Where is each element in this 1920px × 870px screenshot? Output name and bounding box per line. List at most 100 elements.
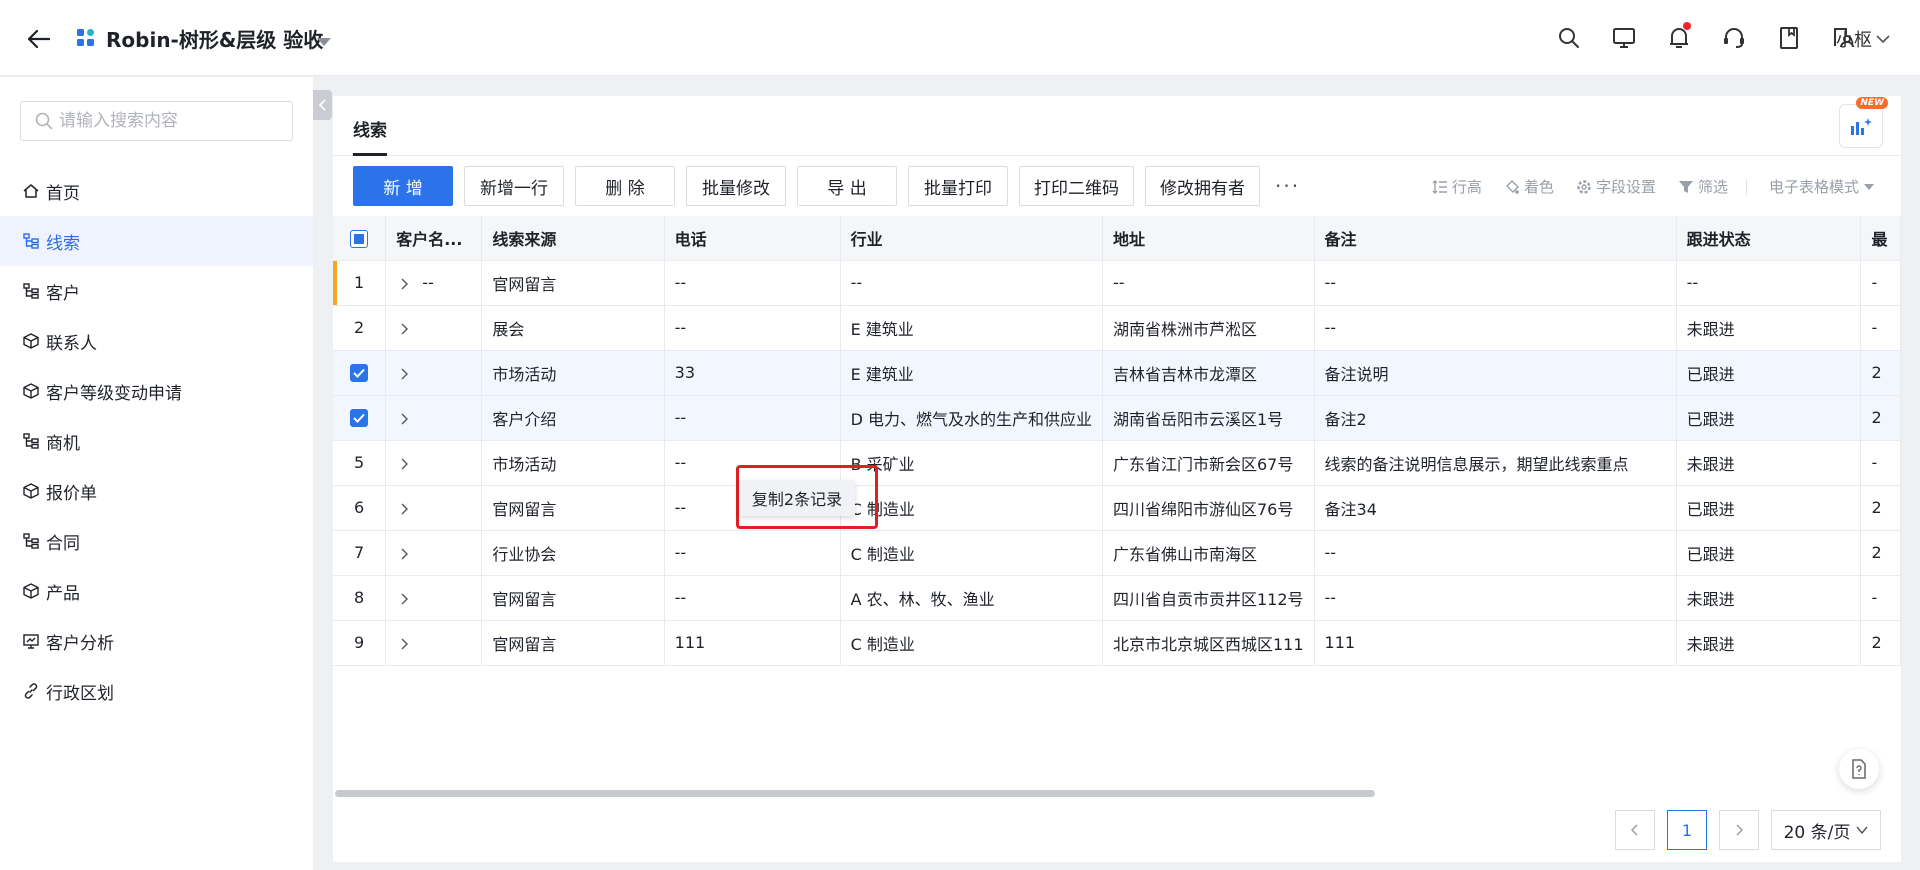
table-cell-last[interactable]: - bbox=[1860, 440, 1901, 486]
table-cell-last[interactable]: 2 bbox=[1860, 395, 1901, 441]
book-icon[interactable] bbox=[1773, 22, 1805, 54]
expand-row-icon[interactable] bbox=[396, 366, 412, 382]
table-cell-status[interactable]: 已跟进 bbox=[1676, 530, 1862, 576]
table-cell-address[interactable]: -- bbox=[1102, 260, 1315, 306]
row-index-cell[interactable] bbox=[333, 350, 387, 396]
table-cell-industry[interactable]: C 制造业 bbox=[840, 485, 1103, 531]
expand-row-icon[interactable] bbox=[396, 501, 412, 517]
column-header[interactable]: 地址 bbox=[1102, 216, 1315, 261]
help-document-button[interactable] bbox=[1839, 749, 1879, 789]
batch-print-button[interactable]: 批量打印 bbox=[908, 166, 1008, 206]
filter-option[interactable]: 筛选 bbox=[1678, 176, 1728, 197]
sidebar-item[interactable]: 联系人 bbox=[0, 316, 313, 366]
sidebar-item[interactable]: 报价单 bbox=[0, 466, 313, 516]
search-icon[interactable] bbox=[1553, 22, 1585, 54]
sidebar-item[interactable]: 客户等级变动申请 bbox=[0, 366, 313, 416]
expand-row-icon[interactable] bbox=[396, 591, 412, 607]
bell-icon[interactable] bbox=[1663, 22, 1695, 54]
column-header[interactable]: 跟进状态 bbox=[1676, 216, 1862, 261]
user-menu[interactable]: 小枢 bbox=[1836, 26, 1890, 52]
table-row[interactable]: 客户介绍 -- D 电力、燃气及水的生产和供应业 湖南省岳阳市云溪区1号 备注2 已跟进 2 bbox=[333, 395, 1901, 441]
table-cell-status[interactable]: -- bbox=[1676, 260, 1862, 306]
table-row[interactable]: 6 官网留言 -- C 制造业 四川省绵阳市游仙区76号 备注34 已跟进 2 bbox=[333, 485, 1901, 531]
table-row[interactable]: 8 官网留言 -- A 农、林、牧、渔业 四川省自贡市贡井区112号 -- 未跟进 - bbox=[333, 575, 1901, 621]
color-option[interactable]: 着色 bbox=[1504, 176, 1554, 197]
delete-button[interactable]: 删 除 bbox=[575, 166, 675, 206]
table-cell-note[interactable]: 备注34 bbox=[1314, 485, 1677, 531]
table-row[interactable]: 5 市场活动 -- B 采矿业 广东省江门市新会区67号 线索的备注说明信息展示，期望此线… bbox=[333, 440, 1901, 486]
table-cell-note[interactable]: -- bbox=[1314, 305, 1677, 351]
app-title[interactable]: Robin-树形&层级 验收 bbox=[106, 24, 323, 53]
table-cell-address[interactable]: 湖南省岳阳市云溪区1号 bbox=[1102, 395, 1315, 441]
sidebar-item[interactable]: 线索 bbox=[0, 216, 313, 266]
spreadsheet-mode-select[interactable]: 电子表格模式 bbox=[1769, 176, 1875, 197]
sidebar-item[interactable]: 商机 bbox=[0, 416, 313, 466]
table-cell-status[interactable]: 已跟进 bbox=[1676, 395, 1862, 441]
table-cell-name[interactable]: -- bbox=[385, 260, 483, 306]
table-cell-industry[interactable]: D 电力、燃气及水的生产和供应业 bbox=[840, 395, 1103, 441]
table-cell-phone[interactable]: 33 bbox=[664, 350, 841, 396]
table-cell-name[interactable] bbox=[385, 350, 483, 396]
scrollbar-thumb[interactable] bbox=[335, 790, 1375, 797]
column-header[interactable]: 行业 bbox=[840, 216, 1103, 261]
table-cell-source[interactable]: 市场活动 bbox=[481, 350, 665, 396]
expand-row-icon[interactable] bbox=[396, 456, 412, 472]
expand-row-icon[interactable] bbox=[396, 411, 412, 427]
change-owner-button[interactable]: 修改拥有者 bbox=[1145, 166, 1260, 206]
table-cell-status[interactable]: 未跟进 bbox=[1676, 305, 1862, 351]
table-cell-industry[interactable]: -- bbox=[840, 260, 1103, 306]
print-qrcode-button[interactable]: 打印二维码 bbox=[1019, 166, 1134, 206]
monitor-icon[interactable] bbox=[1608, 22, 1640, 54]
row-checkbox[interactable] bbox=[350, 409, 369, 428]
page-size-select[interactable]: 20 条/页 bbox=[1771, 810, 1881, 850]
sidebar-collapse-handle[interactable] bbox=[313, 90, 332, 120]
sidebar-item[interactable]: 客户 bbox=[0, 266, 313, 316]
select-all-checkbox[interactable] bbox=[350, 229, 369, 248]
prev-page-button[interactable] bbox=[1615, 810, 1655, 850]
column-header[interactable]: 客户名... bbox=[385, 216, 483, 261]
table-cell-source[interactable]: 官网留言 bbox=[481, 485, 665, 531]
table-cell-source[interactable]: 官网留言 bbox=[481, 260, 665, 306]
expand-row-icon[interactable] bbox=[396, 546, 412, 562]
table-cell-address[interactable]: 四川省自贡市贡井区112号 bbox=[1102, 575, 1315, 621]
table-cell-source[interactable]: 行业协会 bbox=[481, 530, 665, 576]
sidebar-item[interactable]: 行政区划 bbox=[0, 666, 313, 716]
column-header[interactable]: 最 bbox=[1860, 216, 1901, 261]
table-cell-status[interactable]: 未跟进 bbox=[1676, 620, 1862, 666]
table-cell-status[interactable]: 未跟进 bbox=[1676, 440, 1862, 486]
batch-edit-button[interactable]: 批量修改 bbox=[686, 166, 786, 206]
search-input[interactable] bbox=[59, 111, 279, 131]
chevron-down-icon[interactable] bbox=[316, 32, 332, 46]
column-header[interactable]: 电话 bbox=[664, 216, 841, 261]
table-cell-industry[interactable]: A 农、林、牧、渔业 bbox=[840, 575, 1103, 621]
table-row[interactable]: 市场活动 33 E 建筑业 吉林省吉林市龙潭区 备注说明 已跟进 2 bbox=[333, 350, 1901, 396]
table-cell-industry[interactable]: C 制造业 bbox=[840, 530, 1103, 576]
sidebar-item[interactable]: 首页 bbox=[0, 166, 313, 216]
table-cell-address[interactable]: 吉林省吉林市龙潭区 bbox=[1102, 350, 1315, 396]
expand-row-icon[interactable] bbox=[396, 276, 412, 292]
add-row-button[interactable]: 新增一行 bbox=[464, 166, 564, 206]
table-cell-phone[interactable]: -- bbox=[664, 305, 841, 351]
table-cell-note[interactable]: 备注2 bbox=[1314, 395, 1677, 441]
table-cell-source[interactable]: 官网留言 bbox=[481, 575, 665, 621]
table-cell-note[interactable]: 备注说明 bbox=[1314, 350, 1677, 396]
table-cell-note[interactable]: -- bbox=[1314, 260, 1677, 306]
table-cell-status[interactable]: 未跟进 bbox=[1676, 575, 1862, 621]
table-cell-source[interactable]: 展会 bbox=[481, 305, 665, 351]
horizontal-scrollbar[interactable] bbox=[333, 788, 1901, 798]
table-cell-name[interactable] bbox=[385, 305, 483, 351]
table-cell-industry[interactable]: E 建筑业 bbox=[840, 305, 1103, 351]
table-cell-address[interactable]: 湖南省株洲市芦淞区 bbox=[1102, 305, 1315, 351]
table-cell-note[interactable]: 111 bbox=[1314, 620, 1677, 666]
table-cell-last[interactable]: 2 bbox=[1860, 485, 1901, 531]
table-cell-address[interactable]: 广东省江门市新会区67号 bbox=[1102, 440, 1315, 486]
table-cell-phone[interactable]: 111 bbox=[664, 620, 841, 666]
table-row[interactable]: 2 展会 -- E 建筑业 湖南省株洲市芦淞区 -- 未跟进 - bbox=[333, 305, 1901, 351]
next-page-button[interactable] bbox=[1719, 810, 1759, 850]
row-checkbox[interactable] bbox=[350, 364, 369, 383]
sidebar-search[interactable] bbox=[20, 101, 293, 141]
sidebar-item[interactable]: 客户分析 bbox=[0, 616, 313, 666]
table-cell-address[interactable]: 广东省佛山市南海区 bbox=[1102, 530, 1315, 576]
table-cell-source[interactable]: 市场活动 bbox=[481, 440, 665, 486]
table-cell-name[interactable] bbox=[385, 485, 483, 531]
